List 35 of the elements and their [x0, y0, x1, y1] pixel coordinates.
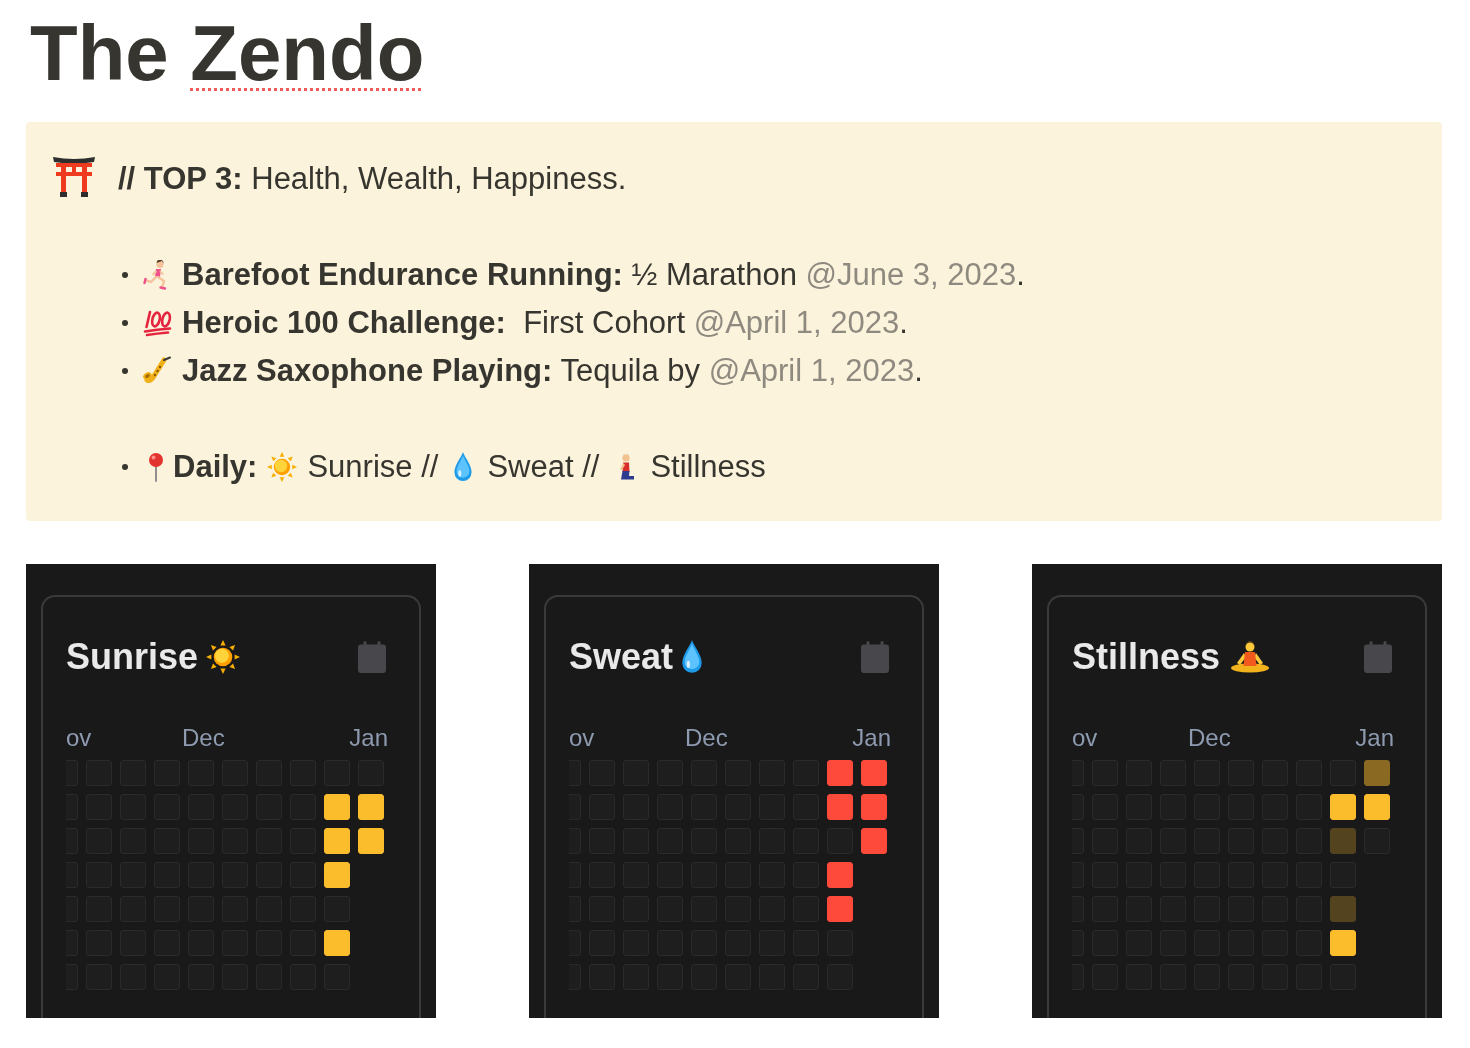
bullet-icon [122, 272, 128, 278]
daily-habit-text: Sweat // [487, 448, 600, 486]
page-title: The Zendo [30, 10, 425, 96]
sun-icon [206, 640, 241, 674]
calendar-icon[interactable] [1364, 641, 1392, 673]
habit-title: Sunrise [66, 635, 199, 679]
goal-text: Jazz Saxophone Playing: Tequila by @April 1, 2023. [182, 352, 923, 390]
torii-gate-icon [52, 155, 96, 197]
month-label: Dec [685, 724, 729, 752]
bullet-icon [122, 320, 128, 326]
hundred-points-icon [142, 309, 172, 337]
bullet-icon [122, 464, 128, 470]
droplet-icon [681, 640, 704, 674]
daily-label: Daily: [173, 448, 258, 486]
month-label: ov [1072, 724, 1099, 752]
daily-habit-text: Stillness [650, 448, 766, 486]
month-label: Dec [1188, 724, 1232, 752]
saxophone-icon [142, 356, 172, 386]
daily-habit-text: Sunrise // [307, 448, 439, 486]
month-label: ov [569, 724, 596, 752]
goal-text: Heroic 100 Challenge: First Cohort @April 1, 2023. [182, 304, 908, 342]
habit-title: Sweat [569, 635, 674, 679]
droplet-icon [453, 452, 474, 482]
month-label: ov [66, 724, 93, 752]
month-label: Dec [182, 724, 226, 752]
sun-icon [267, 452, 298, 482]
bullet-icon [122, 368, 128, 374]
habit-title: Stillness [1072, 635, 1221, 679]
month-label: Jan [349, 724, 388, 752]
month-label: Jan [1355, 724, 1394, 752]
goal-text: Barefoot Endurance Running: ½ Marathon @June 3, 2023. [182, 256, 1025, 294]
callout-heading: // TOP 3: Health, Wealth, Happiness. [118, 160, 627, 198]
calendar-icon[interactable] [358, 641, 386, 673]
month-label: Jan [852, 724, 891, 752]
calendar-icon[interactable] [861, 641, 889, 673]
